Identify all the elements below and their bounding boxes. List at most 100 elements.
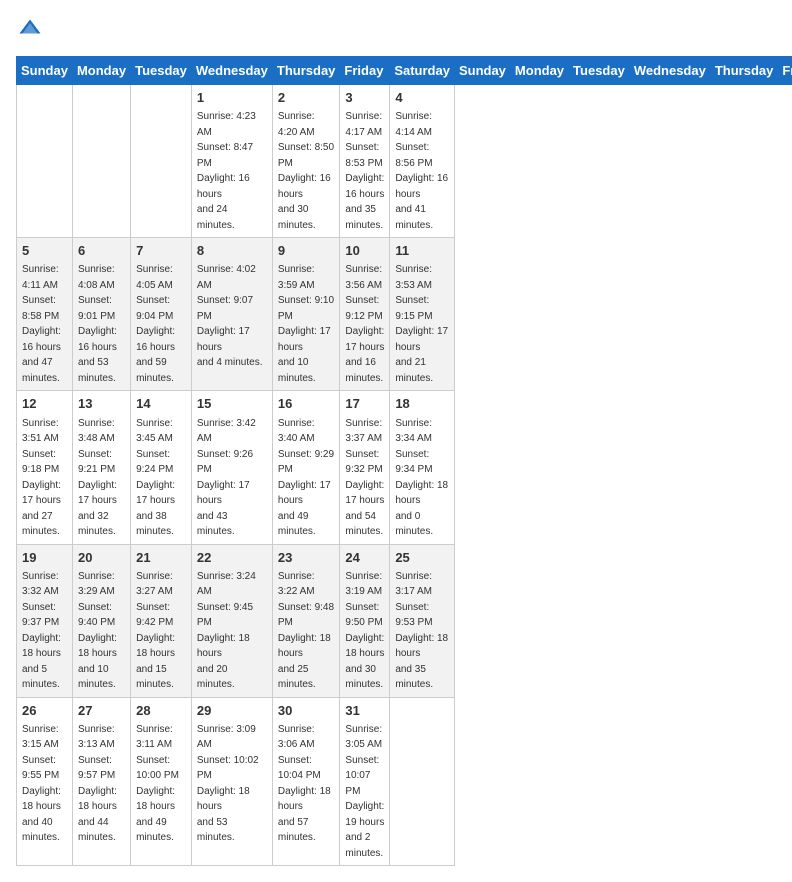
day-number: 4 <box>395 89 449 107</box>
calendar-cell: 16 Sunrise: 3:40 AM Sunset: 9:29 PM Dayli… <box>272 391 340 544</box>
day-number: 15 <box>197 395 267 413</box>
day-number: 31 <box>345 702 384 720</box>
logo <box>16 16 48 44</box>
day-number: 14 <box>136 395 186 413</box>
day-info: Sunrise: 3:34 AM Sunset: 9:34 PM Dayligh… <box>395 418 448 538</box>
day-info: Sunrise: 3:40 AM Sunset: 9:29 PM Dayligh… <box>278 418 334 538</box>
day-number: 22 <box>197 549 267 567</box>
day-of-week-header: Wednesday <box>191 57 272 85</box>
calendar-cell: 27Sunrise: 3:13 AM Sunset: 9:57 PM Dayli… <box>72 697 130 866</box>
day-info: Sunrise: 4:02 AM Sunset: 9:07 PM Dayligh… <box>197 264 263 368</box>
calendar-cell: 22 Sunrise: 3:24 AM Sunset: 9:45 PM Dayli… <box>191 544 272 697</box>
day-number: 1 <box>197 89 267 107</box>
calendar-cell: 25 Sunrise: 3:17 AM Sunset: 9:53 PM Dayli… <box>390 544 455 697</box>
calendar-week-row: 26 Sunrise: 3:15 AM Sunset: 9:55 PM Dayli… <box>17 697 792 866</box>
day-of-week-header: Thursday <box>272 57 340 85</box>
day-info: Sunrise: 3:56 AM Sunset: 9:12 PM Dayligh… <box>345 264 384 384</box>
page-header <box>16 16 776 44</box>
calendar-cell: 8 Sunrise: 4:02 AM Sunset: 9:07 PM Daylig… <box>191 238 272 391</box>
day-number: 24 <box>345 549 384 567</box>
day-number: 2 <box>278 89 335 107</box>
day-info: Sunrise: 3:11 AM Sunset: 10:00 PM Daylig… <box>136 724 179 844</box>
day-info: Sunrise: 3:24 AM Sunset: 9:45 PM Dayligh… <box>197 571 256 691</box>
day-number: 7 <box>136 242 186 260</box>
calendar-cell: 24 Sunrise: 3:19 AM Sunset: 9:50 PM Dayli… <box>340 544 390 697</box>
day-info: Sunrise: 4:05 AM Sunset: 9:04 PM Dayligh… <box>136 264 175 384</box>
day-number: 13 <box>78 395 125 413</box>
logo-icon <box>16 16 44 44</box>
day-number: 30 <box>278 702 335 720</box>
calendar-cell: 18 Sunrise: 3:34 AM Sunset: 9:34 PM Dayli… <box>390 391 455 544</box>
day-info: Sunrise: 3:42 AM Sunset: 9:26 PM Dayligh… <box>197 418 256 538</box>
calendar-week-row: 19Sunrise: 3:32 AM Sunset: 9:37 PM Dayli… <box>17 544 792 697</box>
calendar-cell: 15 Sunrise: 3:42 AM Sunset: 9:26 PM Dayli… <box>191 391 272 544</box>
calendar-cell: 13Sunrise: 3:48 AM Sunset: 9:21 PM Dayli… <box>72 391 130 544</box>
day-info: Sunrise: 3:19 AM Sunset: 9:50 PM Dayligh… <box>345 571 384 691</box>
calendar-week-row: 5 Sunrise: 4:11 AM Sunset: 8:58 PM Daylig… <box>17 238 792 391</box>
day-of-week-header: Friday <box>340 57 390 85</box>
day-number: 8 <box>197 242 267 260</box>
day-number: 23 <box>278 549 335 567</box>
day-number: 17 <box>345 395 384 413</box>
day-number: 21 <box>136 549 186 567</box>
day-of-week-header: Wednesday <box>629 57 710 85</box>
calendar-cell: 4Sunrise: 4:14 AM Sunset: 8:56 PM Daylig… <box>390 85 455 238</box>
calendar-cell: 11 Sunrise: 3:53 AM Sunset: 9:15 PM Dayli… <box>390 238 455 391</box>
calendar-week-row: 12Sunrise: 3:51 AM Sunset: 9:18 PM Dayli… <box>17 391 792 544</box>
day-number: 18 <box>395 395 449 413</box>
day-info: Sunrise: 4:23 AM Sunset: 8:47 PM Dayligh… <box>197 111 256 231</box>
day-number: 10 <box>345 242 384 260</box>
day-info: Sunrise: 3:06 AM Sunset: 10:04 PM Daylig… <box>278 724 331 844</box>
day-info: Sunrise: 3:53 AM Sunset: 9:15 PM Dayligh… <box>395 264 448 384</box>
day-number: 20 <box>78 549 125 567</box>
calendar-header-row: SundayMondayTuesdayWednesdayThursdayFrid… <box>17 57 792 85</box>
calendar-cell <box>131 85 192 238</box>
day-of-week-header: Tuesday <box>131 57 192 85</box>
day-number: 16 <box>278 395 335 413</box>
day-info: Sunrise: 3:32 AM Sunset: 9:37 PM Dayligh… <box>22 571 61 691</box>
day-info: Sunrise: 3:37 AM Sunset: 9:32 PM Dayligh… <box>345 418 384 538</box>
day-number: 11 <box>395 242 449 260</box>
day-number: 3 <box>345 89 384 107</box>
day-of-week-header: Thursday <box>710 57 778 85</box>
calendar-cell: 23 Sunrise: 3:22 AM Sunset: 9:48 PM Dayli… <box>272 544 340 697</box>
day-number: 25 <box>395 549 449 567</box>
calendar-cell: 9Sunrise: 3:59 AM Sunset: 9:10 PM Daylig… <box>272 238 340 391</box>
day-info: Sunrise: 3:22 AM Sunset: 9:48 PM Dayligh… <box>278 571 334 691</box>
calendar-cell: 12Sunrise: 3:51 AM Sunset: 9:18 PM Dayli… <box>17 391 73 544</box>
day-number: 28 <box>136 702 186 720</box>
calendar-cell: 26 Sunrise: 3:15 AM Sunset: 9:55 PM Dayli… <box>17 697 73 866</box>
day-info: Sunrise: 4:11 AM Sunset: 8:58 PM Dayligh… <box>22 264 61 384</box>
calendar-cell <box>72 85 130 238</box>
calendar-cell: 2 Sunrise: 4:20 AM Sunset: 8:50 PM Daylig… <box>272 85 340 238</box>
day-info: Sunrise: 3:29 AM Sunset: 9:40 PM Dayligh… <box>78 571 117 691</box>
day-info: Sunrise: 3:13 AM Sunset: 9:57 PM Dayligh… <box>78 724 117 844</box>
day-number: 5 <box>22 242 67 260</box>
calendar-cell: 3 Sunrise: 4:17 AM Sunset: 8:53 PM Daylig… <box>340 85 390 238</box>
day-info: Sunrise: 3:15 AM Sunset: 9:55 PM Dayligh… <box>22 724 61 844</box>
day-info: Sunrise: 3:17 AM Sunset: 9:53 PM Dayligh… <box>395 571 448 691</box>
calendar-cell: 20 Sunrise: 3:29 AM Sunset: 9:40 PM Dayli… <box>72 544 130 697</box>
calendar-cell: 7 Sunrise: 4:05 AM Sunset: 9:04 PM Daylig… <box>131 238 192 391</box>
day-number: 6 <box>78 242 125 260</box>
day-number: 26 <box>22 702 67 720</box>
day-info: Sunrise: 4:17 AM Sunset: 8:53 PM Dayligh… <box>345 111 384 231</box>
day-of-week-header: Tuesday <box>569 57 630 85</box>
day-of-week-header: Monday <box>510 57 568 85</box>
day-info: Sunrise: 3:45 AM Sunset: 9:24 PM Dayligh… <box>136 418 175 538</box>
calendar-cell: 17 Sunrise: 3:37 AM Sunset: 9:32 PM Dayli… <box>340 391 390 544</box>
day-info: Sunrise: 4:20 AM Sunset: 8:50 PM Dayligh… <box>278 111 334 231</box>
calendar-cell: 14 Sunrise: 3:45 AM Sunset: 9:24 PM Dayli… <box>131 391 192 544</box>
calendar-cell: 28 Sunrise: 3:11 AM Sunset: 10:00 PM Dayl… <box>131 697 192 866</box>
calendar-cell: 6Sunrise: 4:08 AM Sunset: 9:01 PM Daylig… <box>72 238 130 391</box>
calendar-cell: 19Sunrise: 3:32 AM Sunset: 9:37 PM Dayli… <box>17 544 73 697</box>
day-of-week-header: Sunday <box>17 57 73 85</box>
day-number: 9 <box>278 242 335 260</box>
day-info: Sunrise: 3:09 AM Sunset: 10:02 PM Daylig… <box>197 724 259 844</box>
day-of-week-header: Saturday <box>390 57 455 85</box>
day-number: 29 <box>197 702 267 720</box>
day-of-week-header: Monday <box>72 57 130 85</box>
calendar-cell <box>17 85 73 238</box>
calendar-cell: 21Sunrise: 3:27 AM Sunset: 9:42 PM Dayli… <box>131 544 192 697</box>
calendar-cell: 29 Sunrise: 3:09 AM Sunset: 10:02 PM Dayl… <box>191 697 272 866</box>
